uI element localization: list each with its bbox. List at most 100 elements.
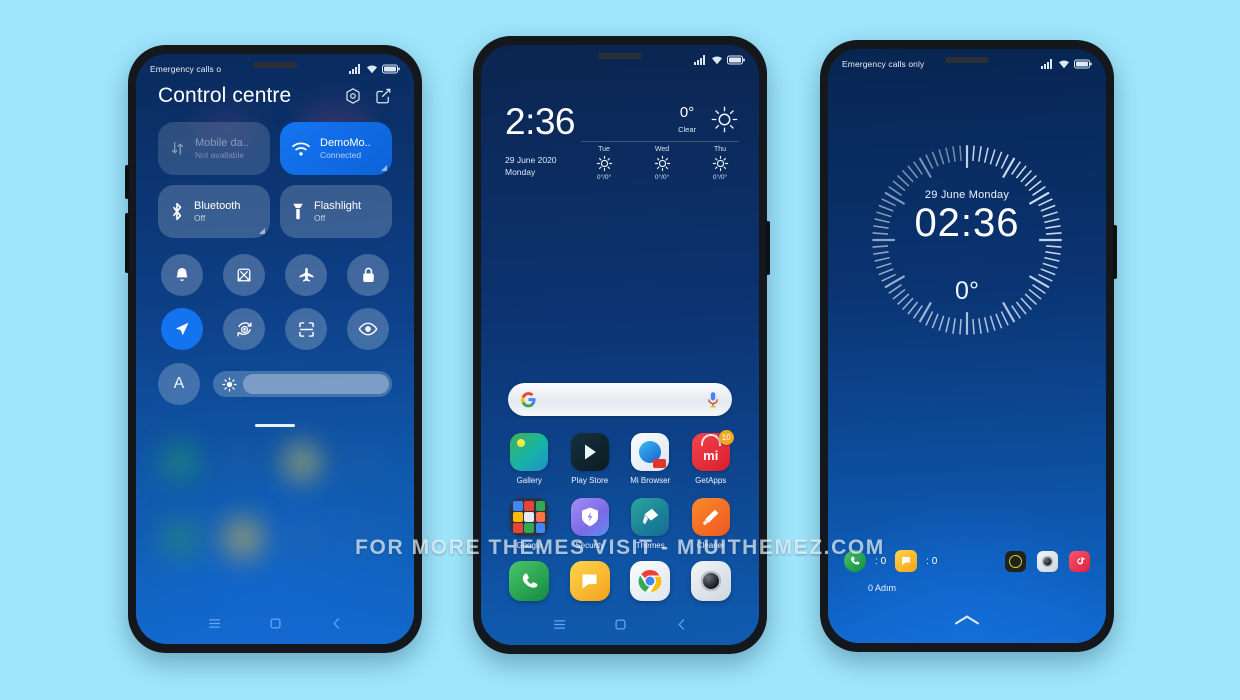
- app-label: Cleaner: [696, 541, 725, 550]
- blurred-app-ghost: [221, 444, 261, 484]
- google-search-bar[interactable]: [508, 383, 732, 416]
- tile-subtitle: Not available: [195, 149, 245, 160]
- sun-icon: [654, 155, 670, 172]
- system-icons: [694, 55, 745, 65]
- app-mi-browser[interactable]: Mi Browser: [621, 433, 679, 485]
- app-themes[interactable]: Themes: [621, 498, 679, 550]
- sun-icon: [596, 155, 612, 172]
- toggle-airplane[interactable]: [285, 254, 327, 296]
- toggle-silent[interactable]: [161, 254, 203, 296]
- lock-time: 02:36: [914, 201, 1020, 245]
- auto-rotate-icon: [236, 321, 252, 336]
- app-label: Mi Browser: [630, 476, 671, 485]
- brightness-slider[interactable]: [213, 371, 392, 397]
- messages-icon[interactable]: [895, 550, 918, 572]
- toggle-reading-mode[interactable]: [347, 308, 389, 350]
- camera-notch: [598, 53, 642, 59]
- control-centre-header: Control centre: [158, 84, 392, 108]
- clock-block: 2:36 29 June 2020 Monday: [505, 103, 576, 181]
- phone-icon[interactable]: [844, 550, 866, 572]
- signal-icon: [1041, 59, 1052, 69]
- location-icon: [175, 322, 189, 336]
- messages-icon[interactable]: [569, 561, 610, 601]
- lock-notification-row: : 0 : 0: [844, 550, 1090, 572]
- blurred-app-ghost: [160, 442, 200, 482]
- toggle-screenshot[interactable]: [223, 254, 265, 296]
- volume-up-button[interactable]: [125, 165, 129, 199]
- weather-forecast: Tue 0°/0° Wed 0°/0° Thu 0°/0°: [585, 146, 739, 181]
- tile-flashlight[interactable]: Flashlight Off: [280, 185, 392, 238]
- forecast-day: Thu 0°/0°: [701, 146, 739, 181]
- screenshot-icon: [237, 268, 251, 282]
- widget-date: 29 June 2020 Monday: [505, 154, 575, 179]
- count-value: 0: [880, 555, 887, 567]
- tile-expand-corner[interactable]: [259, 228, 265, 234]
- auto-brightness-toggle[interactable]: A: [158, 363, 200, 405]
- app-badge: 10: [718, 430, 734, 445]
- forecast-day-name: Tue: [598, 146, 610, 153]
- weather-current: 0° Clear: [678, 105, 739, 134]
- wifi-icon: [292, 141, 310, 156]
- home-icon[interactable]: [269, 617, 282, 630]
- microphone-icon[interactable]: [706, 391, 720, 408]
- camera-notch: [945, 57, 989, 63]
- status-bar: Emergency calls only: [828, 49, 1106, 79]
- lock-date: 29 June Monday: [924, 189, 1010, 201]
- app-security[interactable]: Security: [561, 498, 619, 550]
- clock-weather-widget[interactable]: 2:36 29 June 2020 Monday 0° Clear Tue 0°…: [505, 103, 739, 181]
- toggle-auto-rotate[interactable]: [223, 308, 265, 350]
- tiktok-icon[interactable]: [1069, 550, 1090, 572]
- app-label: GetApps: [695, 476, 727, 485]
- app-cleaner[interactable]: Cleaner: [682, 498, 740, 550]
- recents-icon[interactable]: [208, 617, 221, 630]
- system-icons: [1041, 59, 1092, 69]
- brightness-row: A: [158, 363, 392, 405]
- google-folder-icon: [510, 498, 549, 536]
- phone-icon[interactable]: [509, 561, 550, 601]
- chevron-up-icon[interactable]: [954, 614, 980, 626]
- app-label: Security: [575, 541, 605, 550]
- blurred-app-ghost: [342, 444, 382, 484]
- tile-expand-corner[interactable]: [381, 165, 387, 171]
- edit-square-icon[interactable]: [374, 87, 392, 105]
- blurred-app-ghost: [282, 442, 322, 482]
- brightness-sun-icon: [222, 376, 237, 392]
- torch-round-icon[interactable]: [1005, 550, 1026, 572]
- panel-drag-handle[interactable]: [255, 424, 295, 427]
- camera-icon[interactable]: [690, 561, 731, 601]
- current-temperature: 0°: [679, 104, 695, 121]
- app-google-folder[interactable]: Google: [500, 498, 558, 550]
- app-getapps[interactable]: mi 10 GetApps: [682, 430, 740, 485]
- app-gallery[interactable]: Gallery: [500, 433, 558, 485]
- lock-shortcuts: [1005, 550, 1090, 572]
- app-label: Gallery: [516, 476, 542, 485]
- wifi-icon: [367, 65, 377, 74]
- toggle-lock[interactable]: [347, 254, 389, 296]
- tile-mobile-data[interactable]: Mobile da.. Not available: [158, 122, 270, 175]
- forecast-day-name: Wed: [654, 146, 670, 153]
- power-button[interactable]: [1113, 225, 1117, 279]
- phone3-screen: Emergency calls only 29 June Monday 02:3…: [828, 49, 1106, 643]
- control-centre-panel: Control centre Mobile da.. Not available…: [136, 84, 414, 427]
- power-button[interactable]: [766, 221, 770, 275]
- chrome-icon[interactable]: [630, 561, 671, 601]
- app-row-2: Google Security Themes Cleaner: [499, 498, 741, 550]
- tile-bluetooth[interactable]: Bluetooth Off: [158, 185, 270, 238]
- unlock-hint[interactable]: [828, 613, 1106, 631]
- home-icon[interactable]: [614, 618, 627, 631]
- recents-icon[interactable]: [553, 618, 566, 631]
- toggle-location[interactable]: [161, 308, 203, 350]
- header-actions: [344, 87, 392, 105]
- back-icon[interactable]: [331, 617, 342, 630]
- camera-icon[interactable]: [1037, 550, 1058, 572]
- sun-icon: [712, 155, 728, 172]
- tile-wifi[interactable]: DemoMo.. Connected: [280, 122, 392, 175]
- wifi-icon: [1059, 60, 1069, 69]
- privacy-hexagon-icon[interactable]: [344, 87, 362, 105]
- battery-icon: [382, 64, 400, 74]
- toggle-scan[interactable]: [285, 308, 327, 350]
- bell-icon: [176, 267, 188, 281]
- app-play-store[interactable]: Play Store: [561, 433, 619, 485]
- back-icon[interactable]: [676, 618, 687, 631]
- volume-down-button[interactable]: [125, 213, 129, 273]
